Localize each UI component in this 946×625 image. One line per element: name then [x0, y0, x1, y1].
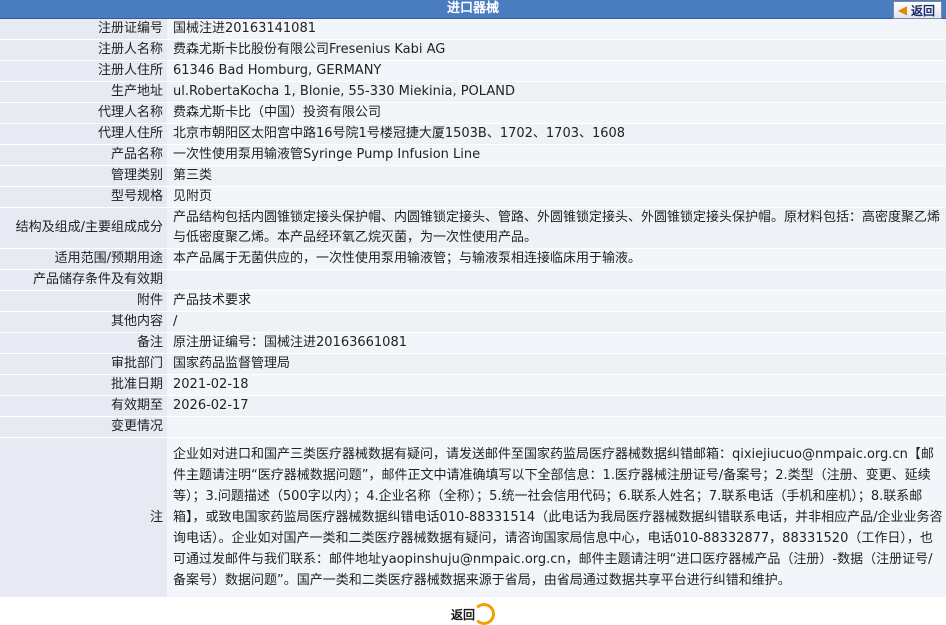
detail-row: 注册人住所 61346 Bad Homburg, GERMANY	[0, 60, 946, 82]
note-row: 注 企业如对进口和国产三类医疗器械数据有疑问，请发送邮件至国家药监局医疗器械数据…	[0, 437, 946, 598]
back-button-bottom[interactable]: 返回	[451, 603, 495, 625]
page-title: 进口器械	[446, 1, 499, 16]
back-circle-icon	[473, 603, 495, 625]
field-label: 批准日期	[0, 374, 167, 396]
field-label: 有效期至	[0, 395, 167, 417]
detail-row: 代理人名称 费森尤斯卡比（中国）投资有限公司	[0, 102, 946, 124]
field-value: 费森尤斯卡比股份有限公司Fresenius Kabi AG	[167, 39, 946, 61]
detail-row: 有效期至 2026-02-17	[0, 395, 946, 417]
field-value: 国械注进20163141081	[167, 19, 946, 40]
field-label: 注册人住所	[0, 60, 167, 82]
field-label: 变更情况	[0, 416, 167, 438]
note-label: 注	[0, 437, 167, 598]
field-label: 审批部门	[0, 353, 167, 375]
detail-row: 注册人名称 费森尤斯卡比股份有限公司Fresenius Kabi AG	[0, 39, 946, 61]
field-value: 原注册证编号：国械注进20163661081	[167, 332, 946, 354]
footer: 返回	[0, 598, 946, 625]
field-label: 代理人名称	[0, 102, 167, 124]
field-value: 61346 Bad Homburg, GERMANY	[167, 60, 946, 82]
detail-row: 其他内容 /	[0, 311, 946, 333]
back-button-label: 返回	[910, 3, 935, 18]
field-label: 型号规格	[0, 186, 167, 208]
field-value: 产品结构包括内圆锥锁定接头保护帽、内圆锥锁定接头、管路、外圆锥锁定接头、外圆锥锁…	[167, 207, 946, 249]
back-button-top[interactable]: ◀ 返回	[892, 1, 942, 19]
detail-table: 注册证编号 国械注进20163141081 注册人名称 费森尤斯卡比股份有限公司Fre…	[0, 19, 946, 598]
detail-row: 附件 产品技术要求	[0, 290, 946, 312]
field-value: 北京市朝阳区太阳宫中路16号院1号楼冠捷大厦1503B、1702、1703、16…	[167, 123, 946, 145]
field-label: 备注	[0, 332, 167, 354]
detail-row: 产品名称 一次性使用泵用输液管Syringe Pump Infusion Line	[0, 144, 946, 166]
field-label: 产品储存条件及有效期	[0, 269, 167, 291]
detail-row: 变更情况	[0, 416, 946, 438]
detail-row: 代理人住所 北京市朝阳区太阳宫中路16号院1号楼冠捷大厦1503B、1702、17…	[0, 123, 946, 145]
field-value: 本产品属于无菌供应的，一次性使用泵用输液管；与输液泵相连接临床用于输液。	[167, 248, 946, 270]
field-label: 结构及组成/主要组成成分	[0, 207, 167, 249]
note-text: 企业如对进口和国产三类医疗器械数据有疑问，请发送邮件至国家药监局医疗器械数据纠错…	[167, 437, 946, 598]
header-bar: 进口器械 ◀ 返回	[0, 0, 946, 19]
field-value: 费森尤斯卡比（中国）投资有限公司	[167, 102, 946, 124]
detail-row: 注册证编号 国械注进20163141081	[0, 19, 946, 40]
field-label: 管理类别	[0, 165, 167, 187]
field-value: 一次性使用泵用输液管Syringe Pump Infusion Line	[167, 144, 946, 166]
field-value	[167, 416, 946, 438]
detail-row: 审批部门 国家药品监督管理局	[0, 353, 946, 375]
field-label: 适用范围/预期用途	[0, 248, 167, 270]
detail-row: 型号规格 见附页	[0, 186, 946, 208]
field-label: 生产地址	[0, 81, 167, 103]
field-value: 2026-02-17	[167, 395, 946, 417]
field-value: /	[167, 311, 946, 333]
field-value	[167, 269, 946, 291]
field-value: 产品技术要求	[167, 290, 946, 312]
detail-row: 结构及组成/主要组成成分 产品结构包括内圆锥锁定接头保护帽、内圆锥锁定接头、管路、…	[0, 207, 946, 249]
detail-row: 备注 原注册证编号：国械注进20163661081	[0, 332, 946, 354]
back-button-bottom-label: 返回	[450, 607, 475, 622]
field-value: 见附页	[167, 186, 946, 208]
field-label: 产品名称	[0, 144, 167, 166]
detail-row: 管理类别 第三类	[0, 165, 946, 187]
field-label: 注册人名称	[0, 39, 167, 61]
detail-row: 批准日期 2021-02-18	[0, 374, 946, 396]
detail-row: 适用范围/预期用途 本产品属于无菌供应的，一次性使用泵用输液管；与输液泵相连接临床…	[0, 248, 946, 270]
field-value: 2021-02-18	[167, 374, 946, 396]
field-label: 其他内容	[0, 311, 167, 333]
field-value: ul.RobertaKocha 1, Blonie, 55-330 Miekin…	[167, 81, 946, 103]
field-label: 注册证编号	[0, 19, 167, 40]
detail-row: 产品储存条件及有效期	[0, 269, 946, 291]
detail-row: 生产地址 ul.RobertaKocha 1, Blonie, 55-330 Mi…	[0, 81, 946, 103]
field-label: 附件	[0, 290, 167, 312]
field-value: 第三类	[167, 165, 946, 187]
field-label: 代理人住所	[0, 123, 167, 145]
back-arrow-icon: ◀	[897, 3, 907, 17]
field-value: 国家药品监督管理局	[167, 353, 946, 375]
